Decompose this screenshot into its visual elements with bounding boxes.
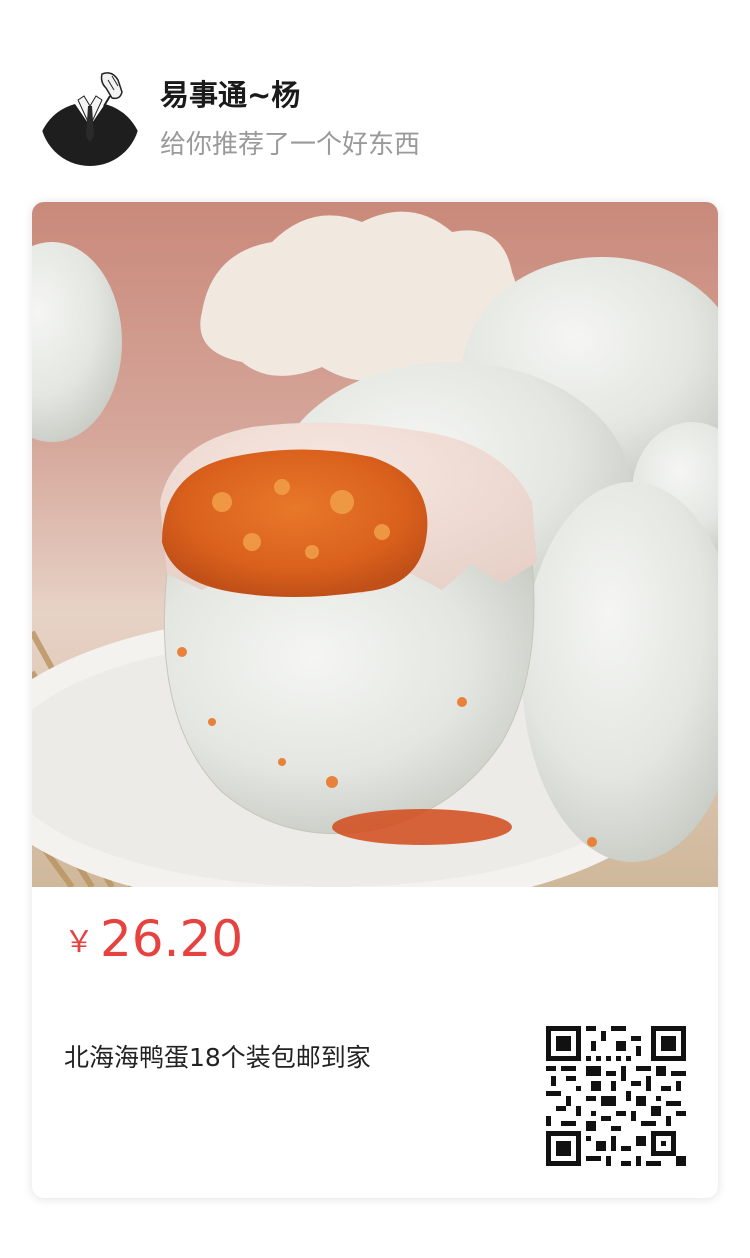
- currency-symbol: ￥: [64, 925, 94, 960]
- qr-code-icon: [546, 1026, 686, 1166]
- qr-code[interactable]: [546, 1026, 686, 1166]
- user-name: 易事通~杨: [160, 78, 301, 112]
- share-subtitle: 给你推荐了一个好东西: [160, 130, 421, 160]
- salted-duck-egg-photo-icon: [32, 202, 718, 887]
- avatar[interactable]: [40, 66, 140, 166]
- price-row: ￥ 26.20: [64, 910, 243, 968]
- product-image[interactable]: [32, 202, 718, 887]
- product-card[interactable]: ￥ 26.20 北海海鸭蛋18个装包邮到家: [32, 202, 718, 1198]
- product-title[interactable]: 北海海鸭蛋18个装包邮到家: [64, 1038, 371, 1074]
- suited-man-avatar-icon: [40, 66, 140, 166]
- price-value: 26.20: [100, 910, 244, 968]
- share-header: 易事通~杨 给你推荐了一个好东西: [40, 66, 720, 166]
